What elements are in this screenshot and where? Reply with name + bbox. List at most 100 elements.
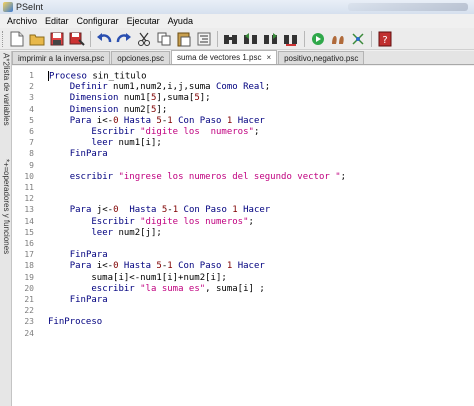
menu-editar[interactable]: Editar <box>41 16 73 26</box>
app-logo-icon <box>3 2 13 12</box>
code-token: suma[i]<-num1[i]+num2[i]; <box>48 272 227 283</box>
code-line[interactable]: FinPara <box>48 149 108 160</box>
close-tab-icon[interactable]: × <box>266 53 271 62</box>
variables-panel-toggle[interactable]: A*2 lista de variables <box>0 53 12 126</box>
replace-icon[interactable] <box>282 30 300 48</box>
code-token: FinProceso <box>48 317 103 328</box>
title-bar-blurred-area <box>348 3 468 11</box>
code-line[interactable]: leer num2[j]; <box>48 227 161 239</box>
code-token: escribir <box>91 283 135 294</box>
tab-positivo-negativo[interactable]: positivo,negativo.psc <box>278 51 365 64</box>
title-bar: PSeInt <box>0 0 474 14</box>
code-line[interactable]: Dimension num1[5],suma[5]; <box>48 93 211 104</box>
line-number: 6 <box>29 127 34 136</box>
tab-label: opciones.psc <box>117 53 164 63</box>
code-line[interactable]: Escribir "digite los numeros"; <box>48 217 254 228</box>
code-token: Con Paso <box>172 115 227 126</box>
code-token: Hacer <box>237 205 271 216</box>
code-line[interactable]: Definir num1,num2,i,j,suma Como Real; <box>48 82 271 93</box>
code-token: leer <box>91 138 114 149</box>
toolbar-separator <box>90 30 91 47</box>
step-icon[interactable] <box>329 30 347 48</box>
code-line[interactable]: Para i<-0 Hasta 5-1 Con Paso 1 Hacer <box>48 116 265 127</box>
code-line[interactable]: Escribir "digite los numeros"; <box>48 127 259 138</box>
code-token: escribir <box>69 171 114 182</box>
line-number: 5 <box>29 115 34 125</box>
code-token: num1,num2,i,j,suma <box>107 82 216 93</box>
code-token: Con Paso <box>172 261 227 272</box>
cut-icon[interactable] <box>135 30 153 48</box>
open-folder-icon[interactable] <box>28 30 46 48</box>
code-line[interactable]: FinProceso <box>48 317 102 328</box>
redo-icon[interactable] <box>115 30 133 48</box>
line-number: 22 <box>24 306 34 316</box>
code-token: leer <box>91 227 114 238</box>
line-number: 19 <box>24 272 34 282</box>
code-line[interactable]: FinPara <box>48 295 108 306</box>
code-token: num1[ <box>118 93 151 104</box>
copy-icon[interactable] <box>155 30 173 48</box>
undo-icon[interactable] <box>95 30 113 48</box>
code-editor[interactable]: 1 2 3 4 5 6 7 8 9 10 11 12 13 14 15 16 17 18 19 20 21 22 23 24 … <box>12 66 474 406</box>
tab-label: positivo,negativo.psc <box>284 53 359 63</box>
line-number: 10 <box>24 171 34 181</box>
code-token: Escribir <box>91 216 135 227</box>
tab-suma-vectores[interactable]: suma de vectores 1.psc × <box>170 50 278 64</box>
menu-ejecutar[interactable]: Ejecutar <box>123 16 164 26</box>
code-token: i<- <box>91 261 114 272</box>
code-token: sin_titulo <box>86 71 147 82</box>
code-line[interactable]: suma[i]<-num1[i]+num2[i]; <box>48 272 227 284</box>
operators-panel-toggle[interactable]: *+= operadores y funciones <box>0 159 12 255</box>
new-file-icon[interactable] <box>8 30 26 48</box>
code-line[interactable]: escribir "ingrese los numeros del segund… <box>48 172 346 183</box>
tab-opciones[interactable]: opciones.psc <box>111 51 170 64</box>
line-number: 13 <box>24 205 34 215</box>
menu-configurar[interactable]: Configurar <box>73 16 123 26</box>
variables-panel-icons: A*2 <box>1 53 11 66</box>
code-line[interactable]: Para j<-0 Hasta 5-1 Con Paso 1 Hacer <box>48 205 271 216</box>
code-token: num1[i]; <box>113 138 162 149</box>
save-icon[interactable] <box>48 30 66 48</box>
line-number: 16 <box>24 239 34 248</box>
line-number: 12 <box>24 194 34 204</box>
code-token: ]; <box>199 93 211 104</box>
flowchart-icon[interactable] <box>349 30 367 48</box>
code-token: , suma[i] ; <box>205 283 265 294</box>
find-next-icon[interactable] <box>262 30 280 48</box>
save-as-icon[interactable] <box>68 30 86 48</box>
paste-icon[interactable] <box>175 30 193 48</box>
code-token: FinPara <box>69 149 108 160</box>
tab-label: suma de vectores 1.psc <box>176 53 262 62</box>
line-number: 14 <box>24 216 34 226</box>
line-number: 2 <box>29 82 34 92</box>
toolbar-grip[interactable] <box>2 30 5 47</box>
code-line[interactable]: Dimension num2[5]; <box>48 104 168 116</box>
indent-icon[interactable] <box>195 30 213 48</box>
code-token: Hacer <box>232 261 265 272</box>
code-line[interactable]: escribir "la suma es", suma[i] ; <box>48 283 265 295</box>
code-token: FinPara <box>69 295 108 305</box>
line-number: 21 <box>24 295 34 304</box>
operators-panel-icons: *+= <box>1 159 11 172</box>
menu-ayuda[interactable]: Ayuda <box>164 16 197 26</box>
code-token: num2[ <box>118 104 151 115</box>
code-token: Hasta <box>118 205 162 216</box>
menu-archivo[interactable]: Archivo <box>3 16 41 26</box>
find-icon[interactable] <box>222 30 240 48</box>
find-previous-icon[interactable] <box>242 30 260 48</box>
code-line[interactable]: Proceso sin_titulo <box>48 71 147 82</box>
help-icon[interactable]: ? <box>376 30 394 48</box>
code-token: Para <box>69 261 92 272</box>
code-line[interactable]: leer num1[i]; <box>48 138 162 149</box>
code-token: "la suma es" <box>140 283 206 294</box>
tab-imprimir-inversa[interactable]: imprimir a la inversa.psc <box>12 51 111 64</box>
code-line[interactable]: FinPara <box>48 250 108 261</box>
code-token: Hasta <box>118 261 157 272</box>
run-icon[interactable] <box>309 30 327 48</box>
code-line[interactable]: Para i<-0 Hasta 5-1 Con Paso 1 Hacer <box>48 261 265 272</box>
